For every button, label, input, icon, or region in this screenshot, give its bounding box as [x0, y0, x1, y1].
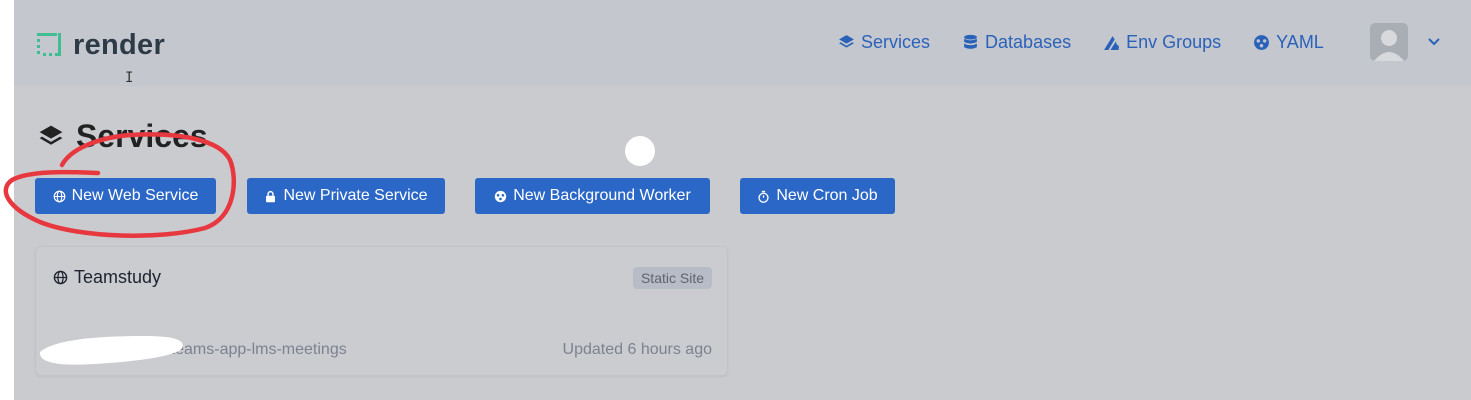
nav-yaml-label: YAML — [1276, 31, 1324, 52]
new-private-service-button[interactable]: New Private Service — [247, 178, 445, 214]
globe-icon — [53, 190, 65, 202]
worker-icon — [495, 190, 507, 202]
user-avatar-icon — [1374, 30, 1404, 61]
new-cron-job-label: New Cron Job — [776, 187, 878, 204]
top-header: render I Services Databases Env Groups Y… — [14, 0, 1471, 86]
service-name-text: Teamstudy — [74, 267, 162, 287]
nav-services-label: Services — [861, 31, 931, 52]
layers-icon — [839, 34, 854, 48]
render-logo-icon — [37, 33, 61, 56]
lock-icon — [266, 190, 276, 202]
globe-icon — [53, 270, 68, 285]
page-title-text: Services — [76, 118, 208, 154]
service-name[interactable]: Teamstudy — [53, 267, 161, 288]
cursor-dot — [625, 136, 655, 166]
new-private-service-label: New Private Service — [283, 187, 428, 204]
nav-env-groups-label: Env Groups — [1126, 31, 1222, 52]
layers-icon — [39, 125, 63, 145]
redaction-scribble — [39, 336, 183, 365]
stopwatch-icon — [758, 190, 769, 203]
text-cursor-icon: I — [125, 70, 134, 86]
yaml-icon — [1254, 34, 1270, 50]
nav-databases-label: Databases — [985, 31, 1072, 52]
new-background-worker-label: New Background Worker — [513, 187, 691, 204]
chevron-down-icon[interactable] — [1426, 33, 1442, 49]
new-background-worker-button[interactable]: New Background Worker — [475, 178, 710, 214]
render-logo[interactable]: render — [35, 28, 165, 62]
page-title: Services — [38, 118, 208, 155]
new-web-service-button[interactable]: New Web Service — [35, 178, 216, 214]
logo-text: render — [73, 28, 166, 61]
nav-yaml[interactable]: YAML — [1253, 32, 1324, 53]
new-web-service-label: New Web Service — [71, 187, 199, 204]
new-cron-job-button[interactable]: New Cron Job — [740, 178, 895, 214]
app-window: render I Services Databases Env Groups Y… — [14, 0, 1471, 400]
nav-env-groups[interactable]: Env Groups — [1103, 32, 1221, 53]
service-updated-time: Updated 6 hours ago — [562, 341, 712, 358]
env-groups-icon — [1104, 35, 1120, 50]
avatar[interactable] — [1370, 23, 1408, 61]
service-type-badge: Static Site — [632, 267, 712, 289]
top-nav: Services Databases Env Groups YAML — [838, 28, 1324, 56]
nav-services[interactable]: Services — [838, 32, 930, 53]
nav-databases[interactable]: Databases — [962, 32, 1071, 53]
database-icon — [964, 34, 977, 49]
